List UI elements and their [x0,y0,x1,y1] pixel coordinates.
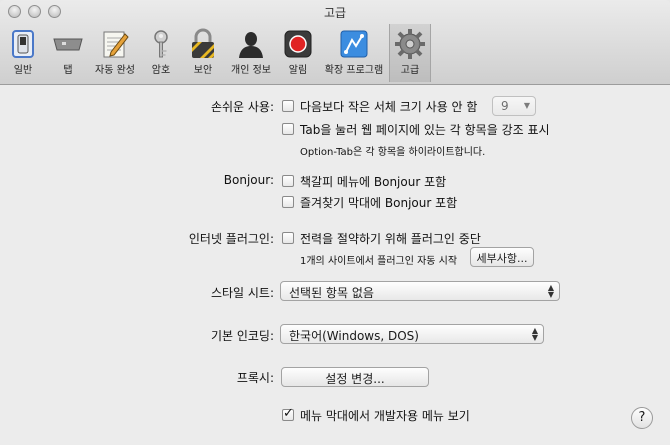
stylesheet-label: 스타일 시트: [210,286,274,300]
toolbar-tabs[interactable]: 탭 [48,24,88,82]
tab-highlight-label: Tab을 눌러 웹 페이지에 있는 각 항목을 강조 표시 [300,123,550,137]
toolbar-security[interactable]: 보안 [184,24,222,82]
toolbar-extensions[interactable]: 확장 프로그램 [320,24,388,82]
preferences-window: 고급 일반 탭 자동 완성 암호 보안 개인 정보 알림 확장 프로그램 고급 … [0,0,670,445]
toolbar-general[interactable]: 일반 [4,24,42,82]
tab-highlight-checkbox[interactable] [282,123,294,135]
updown-arrows-icon: ▲ ▼ [547,283,554,299]
change-proxy-settings-button[interactable]: 설정 변경... [281,367,429,387]
window-title: 고급 [323,6,347,20]
tab-hint: Option-Tab은 각 항목을 하이라이트합니다. [300,147,486,158]
lock-icon [192,28,214,58]
encoding-select[interactable]: 한국어(Windows, DOS) ▲ ▼ [280,324,544,344]
tabs-icon [53,38,83,51]
extensions-puzzle-icon [340,30,368,58]
autofill-pencil-icon [103,31,129,58]
general-switch-icon [12,30,34,58]
min-font-checkbox[interactable] [282,100,294,112]
toolbar: 고급 일반 탭 자동 완성 암호 보안 개인 정보 알림 확장 프로그램 고급 [0,0,670,85]
bonjour-bookmarks-label: 책갈피 메뉴에 Bonjour 포함 [300,175,447,189]
help-button[interactable]: ? [631,407,653,429]
proxies-label: 프록시: [236,371,274,385]
min-font-size-select[interactable]: 9 ▼ [492,96,536,116]
plugin-details-button[interactable]: 세부사항... [470,247,534,267]
gear-icon [395,29,425,59]
plugins-stop-checkbox[interactable] [282,232,294,244]
min-font-label: 다음보다 작은 서체 크기 사용 안 함 [300,100,478,114]
develop-menu-checkbox[interactable] [282,406,294,421]
advanced-pane: 손쉬운 사용: 다음보다 작은 서체 크기 사용 안 함 9 ▼ Tab을 눌러… [0,85,670,445]
develop-menu-label: 메뉴 막대에서 개발자용 메뉴 보기 [300,409,470,423]
encoding-label: 기본 인코딩: [210,329,274,343]
toolbar-notifications[interactable]: 알림 [278,24,318,82]
updown-arrows-icon: ▲ ▼ [531,326,538,342]
plugins-label: 인터넷 플러그인: [188,232,274,246]
chevron-down-icon: ▼ [523,101,530,110]
bonjour-bookmarks-checkbox[interactable] [282,175,294,187]
notification-record-icon [284,30,312,58]
accessibility-label: 손쉬운 사용: [210,100,274,114]
toolbar-autofill[interactable]: 자동 완성 [90,24,140,82]
toolbar-advanced[interactable]: 고급 [389,24,431,82]
key-icon [154,30,168,58]
person-silhouette-icon [239,32,263,58]
plugins-stop-label: 전력을 절약하기 위해 플러그인 중단 [300,232,481,246]
stylesheet-select[interactable]: 선택된 항목 없음 ▲ ▼ [280,281,560,301]
plugins-note: 1개의 사이트에서 플러그인 자동 시작 [300,256,458,267]
toolbar-passwords[interactable]: 암호 [142,24,180,82]
toolbar-privacy[interactable]: 개인 정보 [226,24,276,82]
bonjour-favorites-checkbox[interactable] [282,196,294,208]
bonjour-label: Bonjour: [223,173,274,187]
bonjour-favorites-label: 즐겨찾기 막대에 Bonjour 포함 [300,196,458,210]
